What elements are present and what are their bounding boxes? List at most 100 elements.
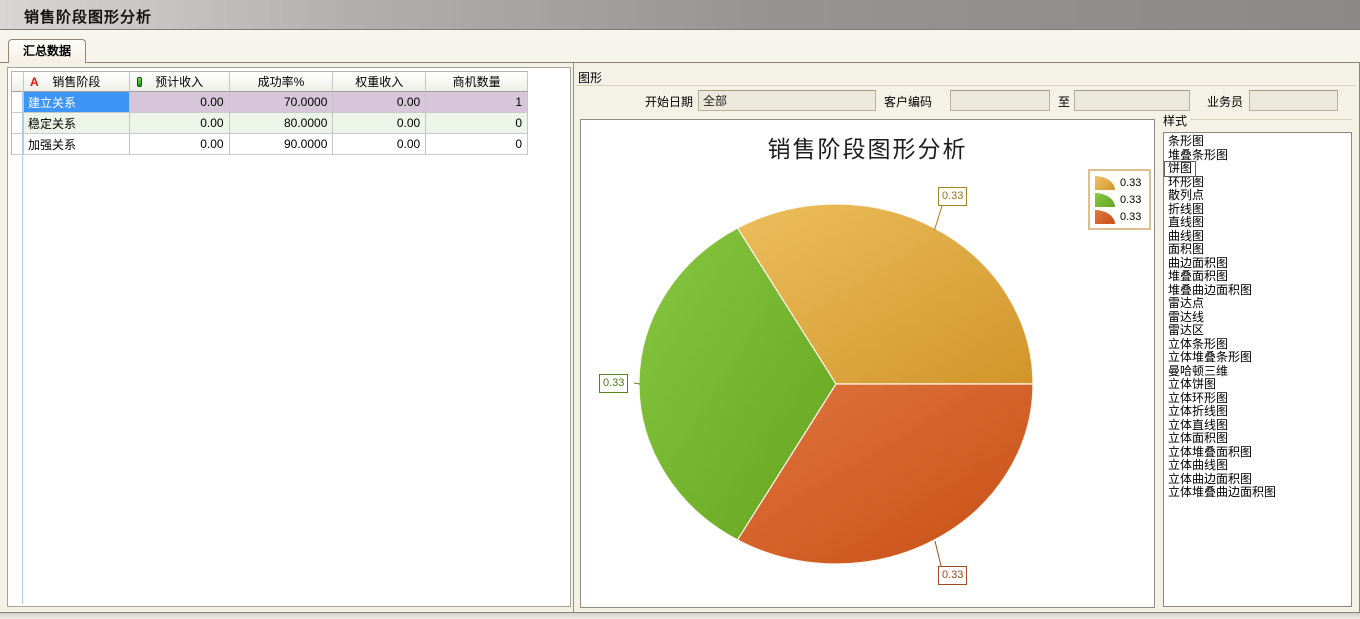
style-list-item[interactable]: 折线图 [1165,203,1207,217]
column-header-label: 商机数量 [453,73,501,90]
graph-panel: 图形 开始日期 客户编码 至 业务员 [576,63,1356,613]
legend-swatch-orange-icon [1095,176,1115,190]
salesman-label: 业务员 [1207,94,1243,110]
style-list-item[interactable]: 立体面积图 [1165,432,1231,446]
style-list-item[interactable]: 堆叠条形图 [1165,149,1231,163]
style-list-item[interactable]: 堆叠面积图 [1165,270,1231,284]
column-header-opportunity-count[interactable]: 商机数量 [426,72,528,92]
stage-cell[interactable]: 加强关系 [24,134,130,155]
legend-item: 0.33 [1095,208,1144,225]
weighted-income-cell[interactable]: 0.00 [333,134,426,155]
salesman-input[interactable] [1249,90,1338,111]
column-header-label: 销售阶段 [52,73,100,90]
style-list-item[interactable]: 曼哈顿三维 [1165,365,1231,379]
expected-income-cell[interactable]: 0.00 [130,134,230,155]
legend-label: 0.33 [1120,194,1141,206]
content-area: A 销售阶段 预计收入 成功率% 权重收入 商机数量 [0,62,1360,612]
style-list-item[interactable]: 环形图 [1165,176,1207,190]
weighted-income-cell[interactable]: 0.00 [333,113,426,134]
customer-code-label: 客户编码 [884,94,932,110]
table-row[interactable]: 加强关系 0.00 90.0000 0.00 0 [12,134,528,155]
customer-code-from-input[interactable] [950,90,1050,111]
style-list-item[interactable]: 曲线图 [1165,230,1207,244]
style-list-item[interactable]: 雷达点 [1165,297,1207,311]
opportunity-count-cell[interactable]: 0 [426,134,528,155]
style-list-item-selected[interactable]: 饼图 [1165,162,1195,176]
style-list-item[interactable]: 立体曲边面积图 [1165,473,1255,487]
style-list-item[interactable]: 曲边面积图 [1165,257,1231,271]
weighted-income-cell[interactable]: 0.00 [333,92,426,113]
legend-label: 0.33 [1120,177,1141,189]
style-list-item[interactable]: 立体直线图 [1165,419,1231,433]
legend-swatch-rust-icon [1095,210,1115,224]
graph-group-caption: 图形 [578,69,602,86]
filter-bar-icon [137,77,142,87]
style-group-caption: 样式 [1163,112,1187,129]
tab-bar: 汇总数据 [0,36,1360,62]
row-indicator-header [12,72,24,92]
style-list-item[interactable]: 立体堆叠面积图 [1165,446,1255,460]
style-list-item[interactable]: 立体堆叠条形图 [1165,351,1255,365]
slice-label-rust: 0.33 [938,566,967,585]
column-header-weighted-income[interactable]: 权重收入 [333,72,426,92]
start-date-input[interactable] [698,90,876,111]
page-title: 销售阶段图形分析 [24,6,152,27]
success-rate-cell[interactable]: 80.0000 [230,113,334,134]
panel-divider [573,63,574,613]
stage-cell-selected[interactable]: 建立关系 [24,92,130,113]
leader-line-rust [935,541,941,566]
leader-line-orange [935,206,943,230]
chart-style-list[interactable]: 条形图 堆叠条形图 饼图 环形图 散列点 折线图 直线图 曲线图 面积图 曲边面… [1163,132,1352,607]
success-rate-cell[interactable]: 90.0000 [230,134,334,155]
style-list-item[interactable]: 立体环形图 [1165,392,1231,406]
table-row[interactable]: 稳定关系 0.00 80.0000 0.00 0 [12,113,528,134]
style-list-item[interactable]: 立体饼图 [1165,378,1219,392]
grid-indicator-divider [22,91,23,604]
start-date-label: 开始日期 [645,94,693,110]
column-header-stage[interactable]: A 销售阶段 [24,72,130,92]
style-list-item[interactable]: 雷达线 [1165,311,1207,325]
graph-group-border [576,85,1356,86]
table-row[interactable]: 建立关系 0.00 70.0000 0.00 1 [12,92,528,113]
expected-income-cell[interactable]: 0.00 [130,113,230,134]
style-list-item[interactable]: 立体曲线图 [1165,459,1231,473]
style-group-border [1190,119,1352,120]
style-list-item[interactable]: 立体折线图 [1165,405,1231,419]
chart-title: 销售阶段图形分析 [581,130,1154,164]
customer-code-to-input[interactable] [1074,90,1190,111]
style-list-item[interactable]: 立体条形图 [1165,338,1231,352]
style-list-item[interactable]: 散列点 [1165,189,1207,203]
sales-stage-table: A 销售阶段 预计收入 成功率% 权重收入 商机数量 [11,71,528,155]
success-rate-cell[interactable]: 70.0000 [230,92,334,113]
legend-item: 0.33 [1095,174,1144,191]
style-list-item[interactable]: 立体堆叠曲边面积图 [1165,486,1279,500]
tab-summary-data[interactable]: 汇总数据 [8,39,86,63]
chart-canvas: 销售阶段图形分析 0.33 0.33 0.33 0.33 0.33 0.33 [580,119,1155,608]
opportunity-count-cell[interactable]: 0 [426,113,528,134]
expected-income-cell[interactable]: 0.00 [130,92,230,113]
column-header-label: 权重收入 [355,73,403,90]
legend-label: 0.33 [1120,211,1141,223]
slice-label-orange: 0.33 [938,187,967,206]
opportunity-count-cell[interactable]: 1 [426,92,528,113]
window-titlebar: 销售阶段图形分析 [0,0,1360,30]
summary-grid-panel: A 销售阶段 预计收入 成功率% 权重收入 商机数量 [7,67,571,607]
stage-cell[interactable]: 稳定关系 [24,113,130,134]
pie-chart [581,120,1154,607]
style-list-item[interactable]: 面积图 [1165,243,1207,257]
legend-swatch-green-icon [1095,193,1115,207]
table-header-row: A 销售阶段 预计收入 成功率% 权重收入 商机数量 [12,72,528,92]
column-header-success-rate[interactable]: 成功率% [230,72,334,92]
slice-label-green: 0.33 [599,374,628,393]
to-label: 至 [1058,94,1070,110]
chart-legend: 0.33 0.33 0.33 [1088,169,1151,230]
style-list-item[interactable]: 堆叠曲边面积图 [1165,284,1255,298]
window-bottom-edge [0,612,1360,619]
legend-item: 0.33 [1095,191,1144,208]
style-list-item[interactable]: 直线图 [1165,216,1207,230]
sort-a-icon: A [30,75,39,89]
style-list-item[interactable]: 条形图 [1165,135,1207,149]
style-list-item[interactable]: 雷达区 [1165,324,1207,338]
column-header-expected-income[interactable]: 预计收入 [130,72,230,92]
column-header-label: 成功率% [258,73,305,90]
